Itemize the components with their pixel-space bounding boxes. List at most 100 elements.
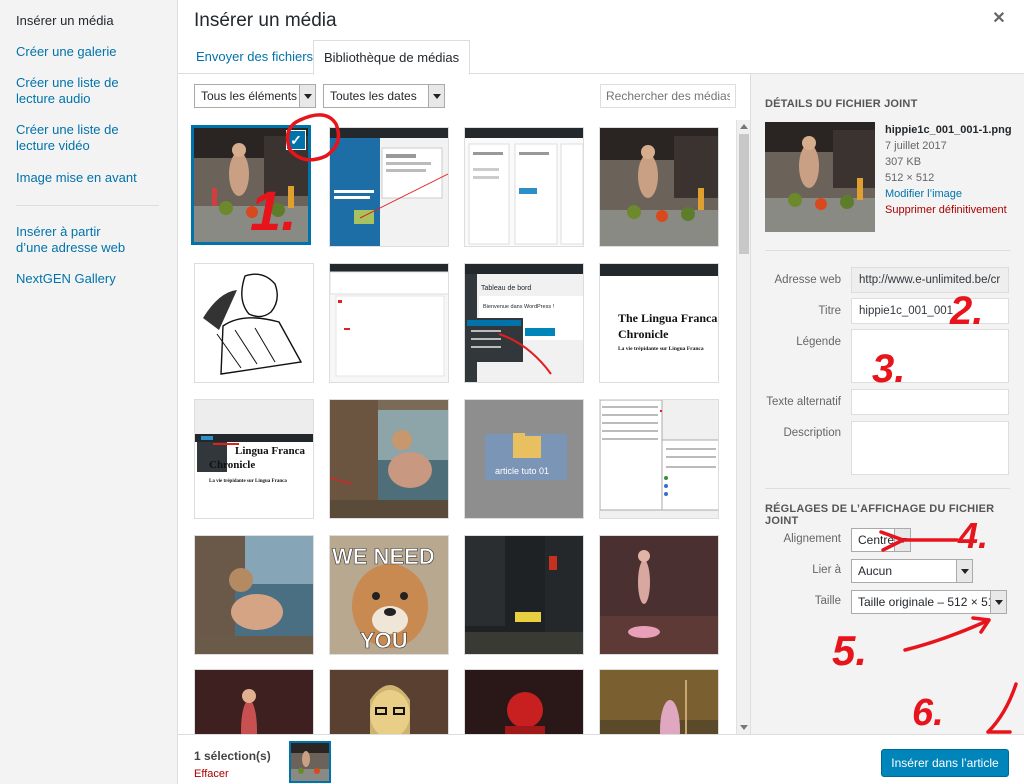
edit-image-link[interactable]: Modifier l’image <box>885 186 1012 202</box>
attachment-thumb[interactable] <box>329 669 449 734</box>
close-icon[interactable]: ✕ <box>988 8 1010 30</box>
alt-text-field[interactable] <box>851 389 1009 415</box>
filter-type-select[interactable]: Tous les éléments m <box>194 84 316 108</box>
attachment-thumb[interactable] <box>599 535 719 655</box>
lake-woman-image <box>195 536 313 654</box>
screenshot-thumb-image <box>465 128 583 246</box>
chevron-down-icon <box>299 85 315 107</box>
attachment-thumb[interactable]: Tableau de bord Bienvenue dans WordPress… <box>464 263 584 383</box>
you-text: YOU <box>360 628 408 653</box>
menu-create-video-playlist[interactable]: Créer une liste de lecture vidéo <box>0 122 160 154</box>
menu-create-gallery[interactable]: Créer une galerie <box>0 44 132 60</box>
grid-scrollbar[interactable] <box>736 120 750 734</box>
attachment-thumb[interactable] <box>599 127 719 247</box>
alignment-select[interactable]: Centre <box>851 528 911 552</box>
we-need-you-dog-image: WE NEED YOU <box>330 536 448 654</box>
chevron-down-icon <box>894 529 910 551</box>
chevron-down-icon <box>990 591 1006 613</box>
menu-separator <box>16 205 159 206</box>
insert-into-post-button[interactable]: Insérer dans l’article <box>881 749 1009 777</box>
url-field[interactable]: http://www.e-unlimited.be/cr <box>851 267 1009 293</box>
scroll-down-icon[interactable] <box>740 725 748 730</box>
menu-create-audio-playlist[interactable]: Créer une liste de lecture audio <box>0 75 160 107</box>
dashboard-welcome: Bienvenue dans WordPress ! <box>483 304 555 310</box>
link-to-label: Lier à <box>812 564 841 576</box>
attachment-thumb[interactable] <box>329 399 449 519</box>
caption-label: Légende <box>796 336 841 348</box>
attachment-thumb[interactable]: WE NEED YOU <box>329 535 449 655</box>
desktop-folder-image: article tuto 01 <box>465 400 583 518</box>
bar-scene-image <box>600 128 718 246</box>
attachment-thumb[interactable]: Lingua Franca Chronicle La vie trépidant… <box>194 399 314 519</box>
attachment-details-sidebar: Détails du fichier joint hippie1c_001_00… <box>750 74 1024 734</box>
filter-date-select[interactable]: Toutes les dates <box>323 84 445 108</box>
attachment-thumb[interactable] <box>194 535 314 655</box>
attachment-thumb[interactable] <box>464 669 584 734</box>
lingua-b-tagline: La vie trépidante sur Lingua Franca <box>209 479 287 484</box>
night-street-image <box>465 536 583 654</box>
file-date: 7 juillet 2017 <box>885 140 947 152</box>
attachment-thumb[interactable] <box>464 127 584 247</box>
lingua-title-line1: The Lingua Franca <box>618 311 717 325</box>
alignment-value: Centre <box>858 533 895 547</box>
attachment-thumb[interactable] <box>464 535 584 655</box>
file-dimensions: 512 × 512 <box>885 172 935 184</box>
caption-textarea[interactable] <box>851 329 1009 383</box>
modal-title: Insérer un média <box>194 10 337 31</box>
title-label: Titre <box>818 305 841 317</box>
scrollbar-thumb[interactable] <box>739 134 749 254</box>
attachment-thumb[interactable] <box>194 263 314 383</box>
file-name: hippie1c_001_001-1.png <box>885 124 1012 136</box>
context-menu-image <box>600 400 718 518</box>
dancer-image <box>600 536 718 654</box>
sketch-writer-image <box>195 264 313 382</box>
lake-scene-image <box>330 400 448 518</box>
attachment-thumb[interactable] <box>599 669 719 734</box>
size-label: Taille <box>814 595 841 607</box>
menu-insert-from-url[interactable]: Insérer à partir d’une adresse web <box>0 224 150 256</box>
size-select[interactable]: Taille originale – 512 × 512 <box>851 590 1007 614</box>
attachment-thumb[interactable] <box>194 669 314 734</box>
bar-scene-image <box>291 743 329 781</box>
menu-insert-media[interactable]: Insérer un média <box>0 13 130 29</box>
tab-upload-files[interactable]: Envoyer des fichiers <box>186 40 323 74</box>
attachment-thumb[interactable] <box>599 399 719 519</box>
link-to-value: Aucun <box>858 564 893 578</box>
link-to-select[interactable]: Aucun <box>851 559 973 583</box>
alt-text-label: Texte alternatif <box>766 396 841 408</box>
file-size: 307 KB <box>885 156 922 168</box>
url-label: Adresse web <box>774 274 841 286</box>
attachment-thumb[interactable] <box>329 263 449 383</box>
attachment-thumb[interactable]: article tuto 01 <box>464 399 584 519</box>
chevron-down-icon <box>956 560 972 582</box>
attachment-thumb-selected[interactable]: ✓ <box>191 125 311 245</box>
selection-thumbnail[interactable] <box>289 741 331 783</box>
lingua-b-title-line1: Lingua Franca <box>235 445 305 457</box>
attachment-thumb[interactable] <box>329 127 449 247</box>
screenshot-thumb-image <box>330 264 448 382</box>
description-label: Description <box>783 427 841 439</box>
checkmark-icon[interactable]: ✓ <box>286 130 306 150</box>
media-menu: Insérer un média Créer une galerie Créer… <box>0 0 178 784</box>
filter-date-value: Toutes les dates <box>330 89 417 103</box>
attachment-thumb[interactable]: The Lingua Franca Chronicle La vie trépi… <box>599 263 719 383</box>
newspaper-header-image: The Lingua Franca Chronicle La vie trépi… <box>600 264 718 382</box>
menu-featured-image[interactable]: Image mise en avant <box>0 170 153 186</box>
clear-selection-link[interactable]: Effacer <box>194 768 229 780</box>
search-input[interactable] <box>600 84 736 108</box>
display-settings-heading: Réglages de l’affichage du fichier joint <box>765 503 995 527</box>
bar-scene-image <box>765 122 875 232</box>
media-toolbar-footer: 1 sélection(s) Effacer Insérer dans l’ar… <box>178 734 1024 784</box>
title-field[interactable]: hippie1c_001_001 <box>851 298 1009 324</box>
delete-permanently-link[interactable]: Supprimer définitivement <box>885 202 1012 218</box>
description-textarea[interactable] <box>851 421 1009 475</box>
tab-media-library[interactable]: Bibliothèque de médias <box>313 40 471 75</box>
dashboard-screenshot-image: Tableau de bord Bienvenue dans WordPress… <box>465 264 583 382</box>
chevron-down-icon <box>428 85 444 107</box>
details-heading: Détails du fichier joint <box>765 98 918 110</box>
folder-label: article tuto 01 <box>495 466 549 476</box>
scroll-up-icon[interactable] <box>740 124 748 129</box>
warrior-image <box>600 670 718 734</box>
menu-nextgen-gallery[interactable]: NextGEN Gallery <box>0 271 132 287</box>
attachments-grid: ✓ Tableau de bord Bienvenue dans WordPre… <box>178 120 734 734</box>
